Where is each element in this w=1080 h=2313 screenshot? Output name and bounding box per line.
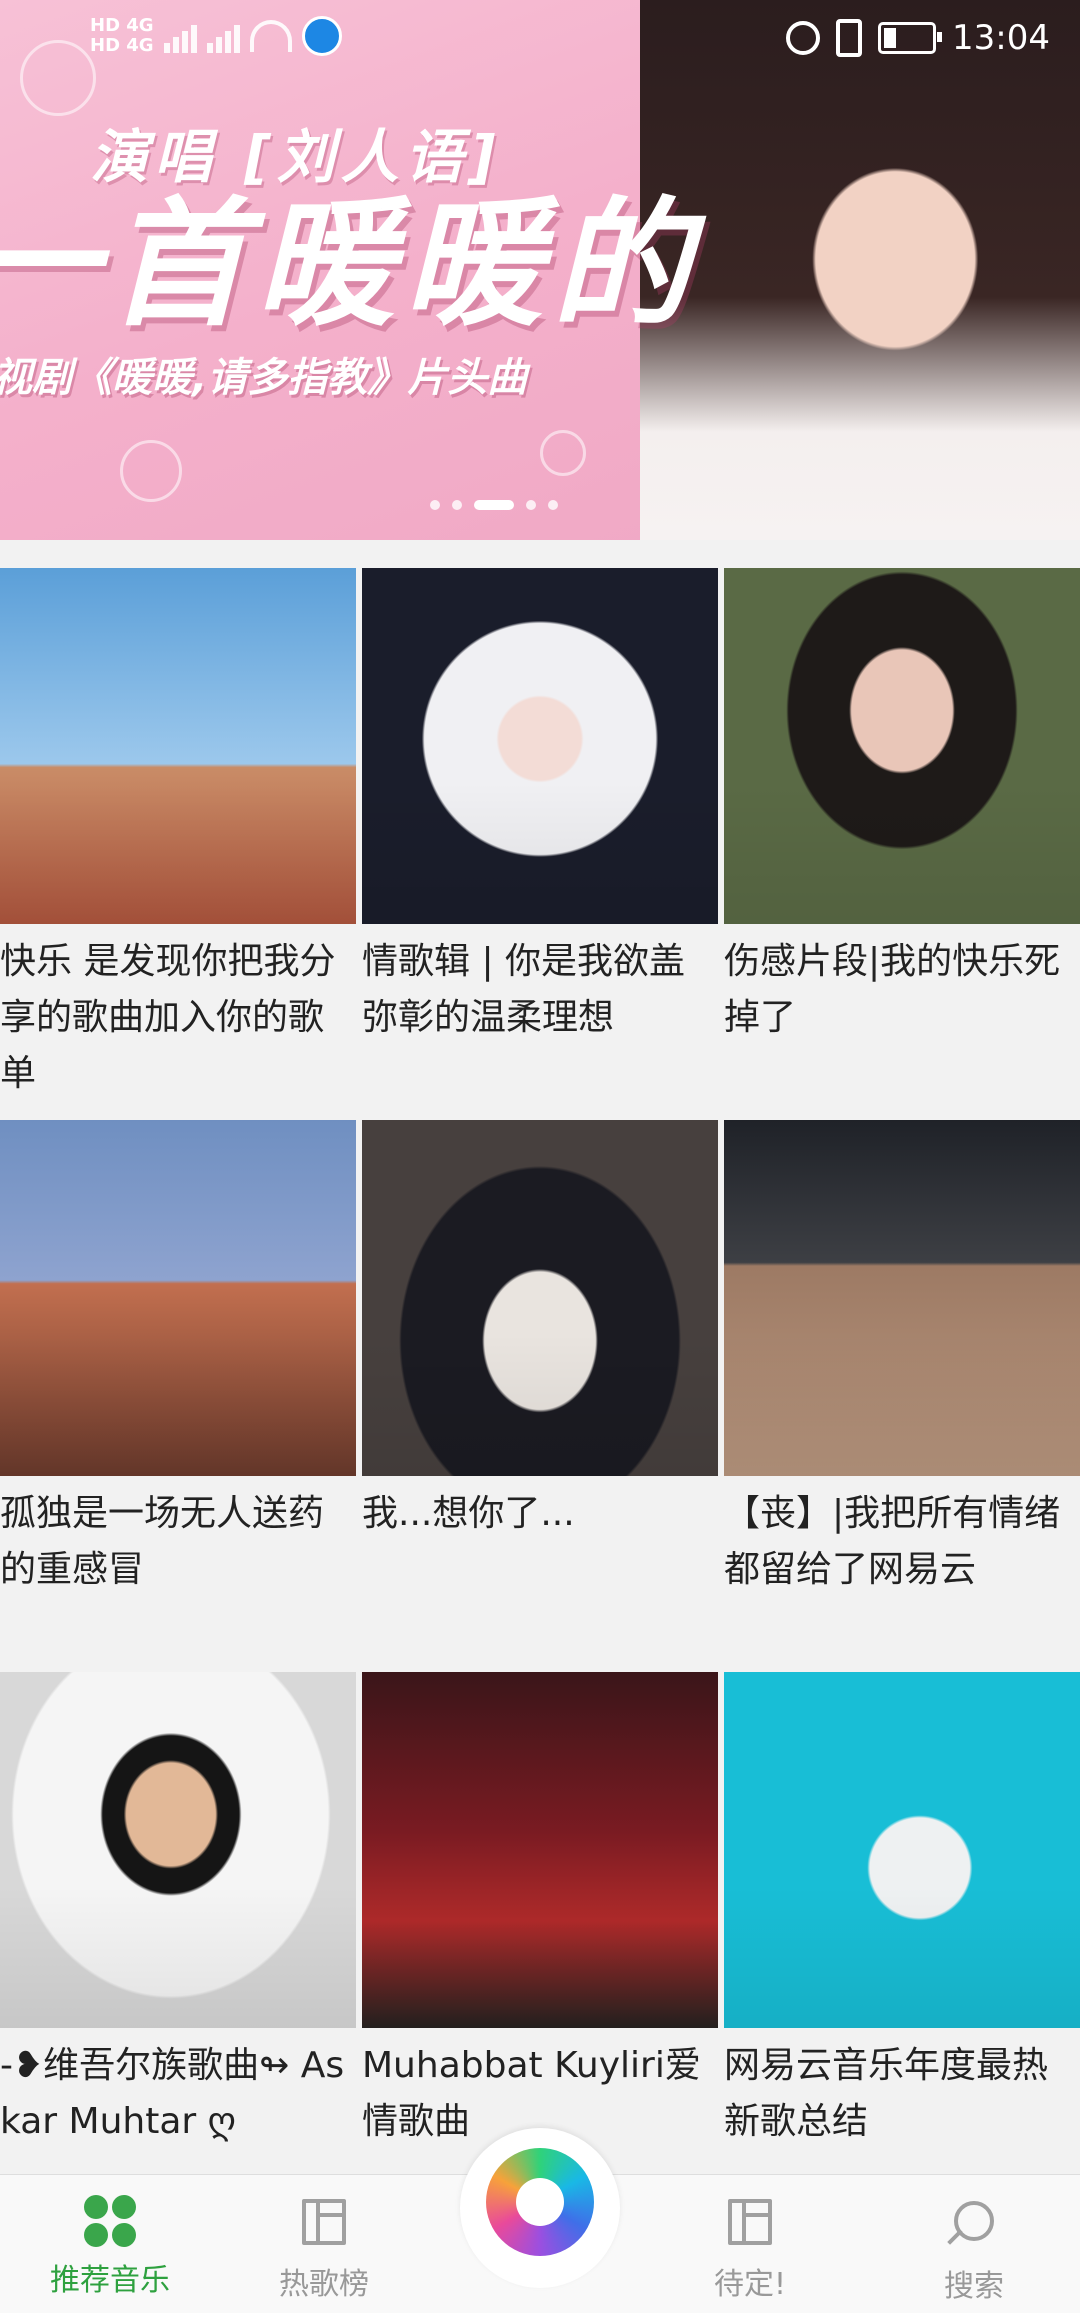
playlist-cover[interactable] — [724, 568, 1080, 924]
playlist-title[interactable]: 网易云音乐年度最热新歌总结 — [724, 2038, 1080, 2150]
playlist-card[interactable]: 快乐 是发现你把我分享的歌曲加入你的歌单 — [0, 568, 356, 1102]
status-bar: HD 4G HD 4G 13:04 — [0, 0, 1080, 80]
pagination-dot — [526, 500, 536, 510]
notification-app-icon — [301, 16, 342, 56]
playlist-cover[interactable] — [724, 1120, 1080, 1476]
playlist-title[interactable]: 孤独是一场无人送药的重感冒 — [0, 1486, 356, 1598]
playlist-title[interactable]: 快乐 是发现你把我分享的歌曲加入你的歌单 — [0, 934, 356, 1102]
playlist-cover[interactable] — [0, 568, 356, 924]
center-play-button[interactable] — [460, 2128, 620, 2288]
pagination-dot — [452, 500, 462, 510]
pagination-dot — [548, 500, 558, 510]
nav-label: 待定! — [713, 2267, 787, 2302]
playlist-title[interactable]: 【丧】|我把所有情绪都留给了网易云 — [724, 1486, 1080, 1598]
playlist-title[interactable]: -❥维吾尔族歌曲↬ Askar Muhtar ღ — [0, 2038, 356, 2150]
playlist-title[interactable]: 我...想你了... — [362, 1486, 718, 1542]
nav-label: 搜索 — [944, 2269, 1004, 2304]
pending-book-icon — [724, 2199, 776, 2251]
app-logo-icon — [486, 2148, 594, 2256]
playlist-cover[interactable] — [724, 1672, 1080, 2028]
status-right: 13:04 — [786, 18, 1050, 58]
banner-pagination — [430, 500, 558, 510]
playlist-card[interactable]: 情歌辑 | 你是我欲盖弥彰的温柔理想 — [362, 568, 718, 1046]
recommend-icon — [84, 2195, 136, 2247]
playlist-title[interactable]: 伤感片段|我的快乐死掉了 — [724, 934, 1080, 1046]
status-left: HD 4G HD 4G — [90, 16, 342, 56]
banner-sing-line: 演唱 [刘人语] — [90, 123, 502, 191]
playlist-card[interactable]: 网易云音乐年度最热新歌总结 — [724, 1672, 1080, 2150]
playlist-card[interactable]: -❥维吾尔族歌曲↬ Askar Muhtar ღ — [0, 1672, 356, 2150]
playlist-card[interactable]: 伤感片段|我的快乐死掉了 — [724, 568, 1080, 1046]
banner-doodle — [540, 430, 586, 476]
pagination-dot — [430, 500, 440, 510]
battery-icon — [878, 22, 943, 54]
status-time: 13:04 — [952, 18, 1050, 58]
playlist-cover[interactable] — [0, 1120, 356, 1476]
alarm-icon — [786, 21, 821, 55]
nav-item-hot-chart[interactable]: 热歌榜 — [224, 2195, 424, 2303]
playlist-cover[interactable] — [362, 568, 718, 924]
banner-artist-photo — [640, 0, 1080, 540]
nav-item-recommend[interactable]: 推荐音乐 — [10, 2195, 210, 2299]
banner-subline: 视剧《暖暖,请多指教》片头曲 — [0, 355, 528, 401]
banner-doodle — [120, 440, 182, 502]
promo-banner[interactable]: 演唱 [刘人语] 一首暖暖的 视剧《暖暖,请多指教》片头曲 — [0, 0, 1080, 540]
playlist-title[interactable]: 情歌辑 | 你是我欲盖弥彰的温柔理想 — [362, 934, 718, 1046]
network-label: HD 4G — [90, 35, 154, 56]
nav-item-pending[interactable]: 待定! — [650, 2195, 850, 2303]
playlist-card[interactable]: 我...想你了... — [362, 1120, 718, 1542]
search-plug-icon — [948, 2201, 1000, 2253]
playlist-card[interactable]: 【丧】|我把所有情绪都留给了网易云 — [724, 1120, 1080, 1598]
chart-book-icon — [298, 2199, 350, 2251]
network-label: HD 4G — [90, 15, 154, 36]
signal-icon — [163, 19, 197, 53]
nav-label: 热歌榜 — [279, 2267, 369, 2302]
nav-label: 推荐音乐 — [50, 2263, 170, 2298]
signal-icon — [206, 19, 240, 53]
vibrate-icon — [836, 19, 863, 57]
playlist-card[interactable]: 孤独是一场无人送药的重感冒 — [0, 1120, 356, 1598]
playlist-card[interactable]: Muhabbat Kuyliri爱情歌曲 — [362, 1672, 718, 2150]
wifi-icon — [249, 20, 292, 52]
network-labels: HD 4G HD 4G — [90, 16, 154, 56]
playlist-cover[interactable] — [362, 1120, 718, 1476]
playlist-cover[interactable] — [362, 1672, 718, 2028]
nav-item-search[interactable]: 搜索 — [874, 2195, 1074, 2305]
pagination-dot-active — [474, 500, 514, 510]
playlist-cover[interactable] — [0, 1672, 356, 2028]
banner-headline: 一首暖暖的 — [0, 184, 701, 345]
